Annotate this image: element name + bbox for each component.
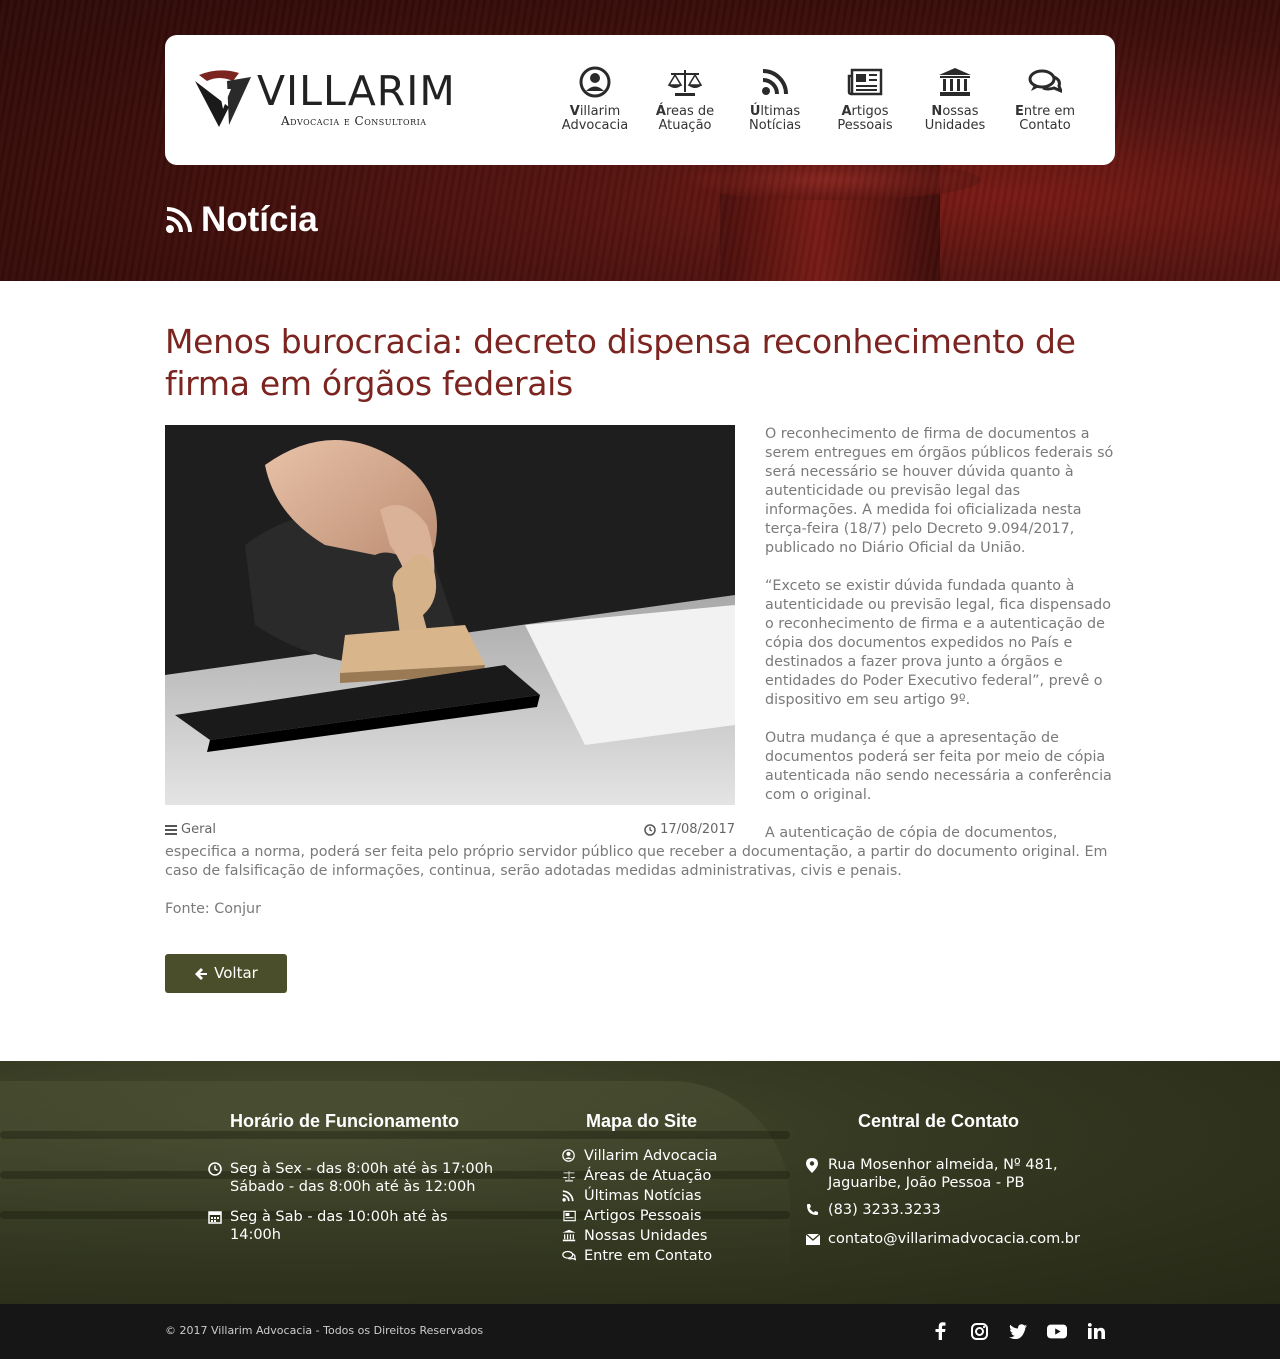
rss-icon: [166, 207, 192, 233]
rss-icon: [562, 1190, 574, 1202]
clock-icon: [208, 1162, 222, 1176]
twitter-icon[interactable]: [1008, 1320, 1028, 1342]
footer-sitemap-title: Mapa do Site: [586, 1111, 698, 1131]
nav-entre-em-contato[interactable]: Entre em Contato: [1000, 63, 1090, 133]
footer-contact: Central de Contato Rua Mosenhor almeida,…: [805, 1111, 1080, 1250]
page-title: Notícia: [201, 200, 318, 239]
sitemap-link[interactable]: Áreas de Atuação: [562, 1167, 717, 1187]
nav-areas-de-atuacao[interactable]: Áreas de Atuação: [640, 63, 730, 133]
main-nav: Villarim Advocacia Áreas de Atuação Última…: [550, 63, 1090, 133]
article-photo: [165, 425, 735, 805]
article-source: Fonte: Conjur: [165, 901, 261, 917]
youtube-icon[interactable]: [1047, 1320, 1067, 1342]
newspaper-icon: [563, 1210, 576, 1222]
header-bar: Villarim Advocacia e Consultoria Villari…: [165, 35, 1115, 165]
bank-icon: [562, 1229, 576, 1242]
logo-tagline: Advocacia e Consultoria: [281, 114, 427, 128]
article-meta: Geral 17/08/2017: [165, 820, 735, 839]
user-circle-icon: [562, 1149, 575, 1162]
envelope-icon: [805, 1233, 821, 1245]
back-button[interactable]: Voltar: [165, 954, 287, 993]
rss-icon: [762, 69, 788, 95]
clock-icon: [644, 823, 656, 836]
calendar-icon: [208, 1211, 222, 1224]
footer-sitemap: Mapa do Site Villarim Advocacia Áreas de…: [562, 1111, 717, 1267]
user-circle-icon: [579, 66, 611, 98]
logo[interactable]: Villarim Advocacia e Consultoria: [189, 63, 499, 139]
footer-hours-title: Horário de Funcionamento: [230, 1111, 460, 1131]
newspaper-icon: [847, 68, 883, 96]
instagram-icon[interactable]: [969, 1320, 989, 1342]
article-figure: Geral 17/08/2017: [165, 425, 735, 839]
copyright: © 2017 Villarim Advocacia - Todos os Dir…: [165, 1324, 484, 1337]
facebook-icon[interactable]: [930, 1320, 950, 1342]
chat-icon: [1028, 69, 1062, 94]
sitemap-link[interactable]: Nossas Unidades: [562, 1227, 717, 1247]
bank-icon: [939, 68, 971, 96]
page-heading: Notícia: [165, 200, 318, 240]
social-links: [930, 1320, 1106, 1342]
arrow-left-icon: [195, 967, 208, 980]
contact-phone[interactable]: (83) 3233.3233: [828, 1201, 941, 1221]
contact-address: Rua Mosenhor almeida, Nº 481, Jaguaribe,…: [828, 1157, 1058, 1191]
logo-name: Villarim: [257, 67, 456, 115]
contact-email[interactable]: contato@villarimadvocacia.com.br: [828, 1230, 1080, 1250]
article-title: Menos burocracia: decreto dispensa recon…: [165, 322, 1076, 403]
article-date: 17/08/2017: [644, 820, 735, 839]
bottom-bar: © 2017 Villarim Advocacia - Todos os Dir…: [0, 1304, 1280, 1359]
logo-mark-icon: [195, 70, 251, 127]
footer-contact-title: Central de Contato: [858, 1111, 1020, 1131]
map-marker-icon: [806, 1158, 818, 1173]
phone-icon: [807, 1204, 818, 1215]
nav-ultimas-noticias[interactable]: Últimas Notícias: [730, 63, 820, 133]
scales-icon: [667, 70, 703, 96]
article-category[interactable]: Geral: [165, 820, 216, 839]
sitemap-link[interactable]: Villarim Advocacia: [562, 1147, 717, 1167]
article: Menos burocracia: decreto dispensa recon…: [165, 281, 1115, 993]
footer: Horário de Funcionamento Seg à Sex - das…: [0, 1061, 1280, 1304]
nav-artigos-pessoais[interactable]: Artigos Pessoais: [820, 63, 910, 133]
chat-icon: [562, 1250, 577, 1261]
nav-nossas-unidades[interactable]: Nossas Unidades: [910, 63, 1000, 133]
sitemap-link[interactable]: Últimas Notícias: [562, 1187, 717, 1207]
scales-icon: [562, 1171, 576, 1182]
sitemap-link[interactable]: Entre em Contato: [562, 1247, 717, 1267]
list-icon: [165, 824, 177, 835]
footer-hours: Horário de Funcionamento Seg à Sex - das…: [208, 1111, 493, 1244]
sitemap-link[interactable]: Artigos Pessoais: [562, 1207, 717, 1227]
article-body: Geral 17/08/2017 O reconhecimento de fir…: [165, 425, 1115, 993]
nav-villarim-advocacia[interactable]: Villarim Advocacia: [550, 63, 640, 133]
linkedin-icon[interactable]: [1086, 1320, 1106, 1342]
hero-banner: Villarim Advocacia e Consultoria Villari…: [0, 0, 1280, 281]
